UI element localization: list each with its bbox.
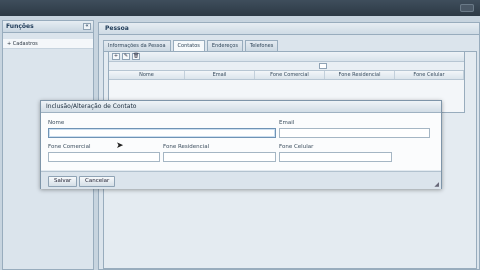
add-icon[interactable]: + [112, 53, 120, 60]
tab-enderecos[interactable]: Endereços [206, 40, 243, 51]
grid-toolbar: + ✎ 🗑 [109, 52, 464, 62]
nome-label: Nome [48, 120, 65, 126]
expand-icon[interactable]: + [7, 41, 11, 47]
fone-celular-field[interactable] [279, 152, 392, 162]
grid-header: Nome Email Fone Comercial Fone Residenci… [109, 71, 464, 80]
email-label: Email [279, 120, 295, 126]
cancel-button[interactable]: Cancelar [79, 176, 116, 187]
dialog-body: Nome Email Fone Comercial Fone Residenci… [41, 113, 441, 170]
nome-field[interactable] [48, 128, 276, 138]
pessoa-panel-title: Pessoa [99, 23, 479, 35]
column-header-fone-residencial[interactable]: Fone Residencial [325, 71, 395, 79]
functions-panel-header: Funções « [3, 21, 93, 33]
tab-strip: Informações da Pessoa Contatos Endereços… [103, 40, 279, 51]
collapse-panel-icon[interactable]: « [83, 23, 91, 30]
column-header-fone-celular[interactable]: Fone Celular [395, 71, 464, 79]
dialog-footer: Salvar Cancelar ◢ [41, 171, 441, 189]
fone-residencial-field[interactable] [163, 152, 276, 162]
contact-dialog: Inclusão/Alteração de Contato Nome Email… [40, 100, 442, 189]
functions-panel-title: Funções [6, 23, 34, 30]
tab-contatos[interactable]: Contatos [172, 40, 205, 51]
pager-box[interactable] [319, 63, 327, 69]
column-header-nome[interactable]: Nome [109, 71, 185, 79]
save-button[interactable]: Salvar [48, 176, 78, 187]
pointer-cursor-icon: ➤ [116, 141, 124, 151]
window-button[interactable] [460, 4, 474, 12]
fone-comercial-label: Fone Comercial [48, 144, 91, 150]
tab-telefones[interactable]: Telefones [244, 40, 279, 51]
email-field[interactable] [279, 128, 430, 138]
tab-informacoes-pessoa[interactable]: Informações da Pessoa [103, 40, 171, 51]
delete-icon[interactable]: 🗑 [132, 53, 140, 60]
column-header-email[interactable]: Email [185, 71, 255, 79]
edit-icon[interactable]: ✎ [122, 53, 130, 60]
grid-pager [109, 62, 464, 71]
fone-comercial-field[interactable] [48, 152, 160, 162]
sidebar-item-cadastros[interactable]: + Cadastros [3, 39, 93, 49]
app-topbar [0, 0, 480, 16]
sidebar-item-label: Cadastros [12, 41, 38, 47]
fone-residencial-label: Fone Residencial [163, 144, 210, 150]
resize-grip-icon[interactable]: ◢ [434, 181, 439, 188]
dialog-title: Inclusão/Alteração de Contato [41, 101, 441, 113]
fone-celular-label: Fone Celular [279, 144, 314, 150]
column-header-fone-comercial[interactable]: Fone Comercial [255, 71, 325, 79]
